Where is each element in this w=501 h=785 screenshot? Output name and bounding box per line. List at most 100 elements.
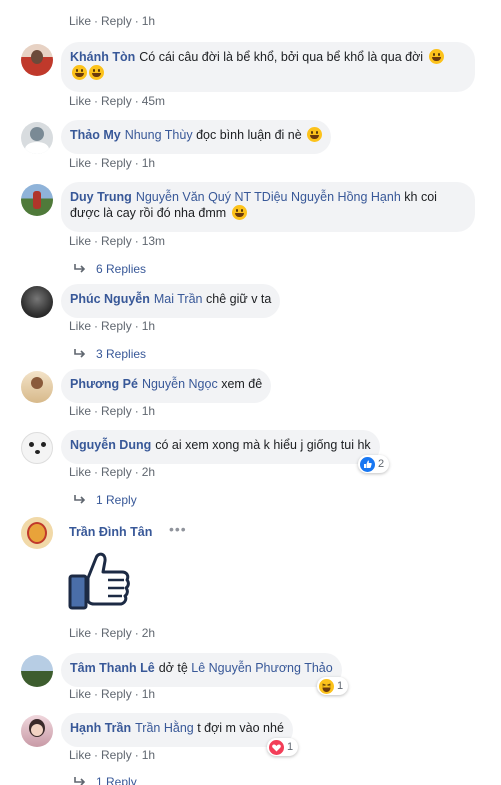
like-link[interactable]: Like <box>69 14 91 28</box>
reaction-summary[interactable]: 2 <box>358 455 390 473</box>
view-replies-link[interactable]: 3 Replies <box>74 347 146 361</box>
comment-bubble: Tâm Thanh Lê dở tệ Lê Nguyễn Phương Thảo <box>61 653 342 687</box>
comment-author[interactable]: Thảo My <box>70 128 121 142</box>
comment-author[interactable]: Hạnh Trần <box>70 721 131 735</box>
mention-tag[interactable]: Mai Trần <box>154 292 203 306</box>
reply-link[interactable]: Reply <box>101 748 132 762</box>
avatar[interactable] <box>21 517 53 549</box>
mention-tag[interactable]: Trần Hằng <box>135 721 194 735</box>
view-replies-link[interactable]: 1 Reply <box>74 493 137 507</box>
avatar[interactable] <box>21 286 53 318</box>
avatar[interactable] <box>21 184 53 216</box>
timestamp[interactable]: 1h <box>142 687 155 701</box>
like-link[interactable]: Like <box>69 94 91 108</box>
like-link[interactable]: Like <box>69 626 91 640</box>
mention-tag[interactable]: Nguyễn Văn Quý NT TDiệu Nguyễn Hồng Hạnh <box>136 190 401 204</box>
like-link[interactable]: Like <box>69 687 91 701</box>
timestamp[interactable]: 1h <box>142 14 155 28</box>
reply-link[interactable]: Reply <box>101 687 132 701</box>
comment-author-line: Trần Đình Tân <box>69 524 156 540</box>
comment-text: chê giữ v ta <box>206 292 272 306</box>
reply-link[interactable]: Reply <box>101 234 132 248</box>
comment-actions: Like · Reply · 1h <box>69 748 156 762</box>
reply-link[interactable]: Reply <box>101 404 132 418</box>
more-options-icon[interactable]: ••• <box>169 521 187 537</box>
like-link[interactable]: Like <box>69 319 91 333</box>
reply-link[interactable]: Reply <box>101 319 132 333</box>
comment-bubble: Phúc Nguyễn Mai Trần chê giữ v ta <box>61 284 281 318</box>
comment-author[interactable]: Phúc Nguyễn <box>70 292 150 306</box>
reply-link[interactable]: Reply <box>101 626 132 640</box>
avatar[interactable] <box>21 715 53 747</box>
reply-arrow-icon <box>74 347 86 361</box>
comment-author[interactable]: Nguyễn Dung <box>70 438 151 452</box>
reply-link[interactable]: Reply <box>101 465 132 479</box>
comment-actions: Like · Reply · 45m <box>69 94 166 108</box>
like-link[interactable]: Like <box>69 748 91 762</box>
comment-text: Có cái câu đời là bể khổ, bởi qua bể khổ… <box>139 50 424 64</box>
comment-actions: Like · Reply · 1h <box>69 687 156 701</box>
replies-count[interactable]: 3 Replies <box>96 347 146 361</box>
mention-tag[interactable]: Nguyễn Ngọc <box>142 377 218 391</box>
laughing-emoji-icon <box>72 65 87 80</box>
timestamp[interactable]: 1h <box>142 404 155 418</box>
comment-author[interactable]: Khánh Tòn <box>70 50 135 64</box>
timestamp[interactable]: 1h <box>142 748 155 762</box>
comment-bubble: Nguyễn Dung có ai xem xong mà k hiểu j gi… <box>61 430 380 464</box>
comment-text: xem đê <box>221 377 263 391</box>
reaction-count: 1 <box>337 680 344 692</box>
reply-link[interactable]: Reply <box>101 14 132 28</box>
comment-bubble: Thảo My Nhung Thùy đọc bình luận đi nè <box>61 120 332 154</box>
view-replies-link[interactable]: 6 Replies <box>74 262 146 276</box>
haha-reaction-icon <box>319 678 334 694</box>
replies-count[interactable]: 1 Reply <box>96 493 137 507</box>
laughing-emoji-icon <box>89 65 104 80</box>
avatar[interactable] <box>21 432 53 464</box>
grinning-emoji-icon <box>307 127 323 142</box>
comment-actions: Like · Reply · 2h <box>69 626 156 640</box>
replies-count[interactable]: 6 Replies <box>96 262 146 276</box>
like-link[interactable]: Like <box>69 404 91 418</box>
comment-author[interactable]: Duy Trung <box>70 190 132 204</box>
comment-text: đọc bình luận đi nè <box>196 128 302 142</box>
comment-actions: Like · Reply · 1h <box>69 404 156 418</box>
comment-text: kh coi <box>404 190 437 204</box>
reply-arrow-icon <box>74 775 86 785</box>
mention-tag[interactable]: Lê Nguyễn Phương Thảo <box>191 661 332 675</box>
view-replies-link[interactable]: 1 Reply <box>74 775 137 785</box>
like-link[interactable]: Like <box>69 465 91 479</box>
comment-bubble: Duy Trung Nguyễn Văn Quý NT TDiệu Nguyễn … <box>61 182 475 232</box>
mention-tag[interactable]: Nhung Thùy <box>125 128 193 142</box>
comment-actions: Like · Reply · 1h <box>69 156 156 170</box>
avatar[interactable] <box>21 122 53 154</box>
timestamp[interactable]: 2h <box>142 626 155 640</box>
timestamp[interactable]: 2h <box>142 465 155 479</box>
reaction-count: 2 <box>378 458 385 470</box>
comment-author[interactable]: Trần Đình Tân <box>69 525 152 539</box>
timestamp[interactable]: 45m <box>142 94 165 108</box>
like-reaction-icon <box>360 456 375 472</box>
reaction-count: 1 <box>287 741 294 753</box>
timestamp[interactable]: 1h <box>142 156 155 170</box>
thumbs-up-icon <box>66 548 132 614</box>
reply-link[interactable]: Reply <box>101 156 132 170</box>
love-reaction-icon <box>269 739 284 755</box>
avatar[interactable] <box>21 371 53 403</box>
reaction-summary[interactable]: 1 <box>317 677 349 695</box>
timestamp[interactable]: 13m <box>142 234 165 248</box>
smiling-emoji-icon <box>231 205 247 220</box>
timestamp[interactable]: 1h <box>142 319 155 333</box>
avatar[interactable] <box>21 44 53 76</box>
comment-actions: Like · Reply · 13m <box>69 234 166 248</box>
comment-author[interactable]: Tâm Thanh Lê <box>70 661 155 675</box>
comment-text: có ai xem xong mà k hiểu j giống tui hk <box>155 438 371 452</box>
reply-link[interactable]: Reply <box>101 94 132 108</box>
avatar[interactable] <box>21 655 53 687</box>
like-link[interactable]: Like <box>69 156 91 170</box>
replies-count[interactable]: 1 Reply <box>96 775 137 785</box>
comment-actions: Like · Reply · 1h <box>69 14 156 28</box>
comment-author[interactable]: Phương Pé <box>70 377 138 391</box>
comment-bubble: Phương Pé Nguyễn Ngọc xem đê <box>61 369 272 403</box>
like-link[interactable]: Like <box>69 234 91 248</box>
reaction-summary[interactable]: 1 <box>267 738 299 756</box>
